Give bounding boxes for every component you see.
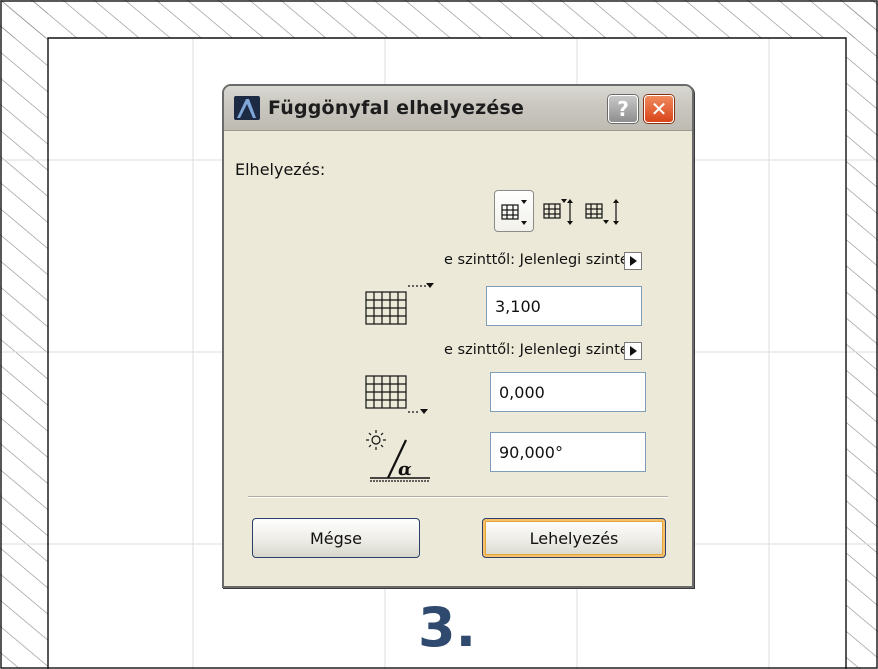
cancel-button[interactable]: Mégse: [252, 518, 420, 558]
help-button[interactable]: ?: [608, 95, 638, 123]
curtain-wall-top-height-icon: [365, 283, 434, 325]
slant-angle-icon: α: [366, 430, 430, 482]
grid-anchor-top-icon: [501, 200, 527, 225]
help-icon: ?: [617, 97, 629, 121]
grid-anchor-up-icon: [543, 199, 573, 225]
top-level-label: e szinttől: Jelenlegi szinten: [444, 252, 638, 268]
top-level-popup-arrow-icon[interactable]: [624, 252, 642, 270]
bottom-level-label: e szinttől: Jelenlegi szinten: [444, 342, 638, 358]
dialog-title: Függönyfal elhelyezése: [268, 97, 525, 119]
archicad-app-icon: [234, 96, 260, 120]
close-button[interactable]: ✕: [644, 95, 674, 123]
placement-label: Elhelyezés:: [235, 160, 326, 179]
wall-hatch-left: [0, 0, 48, 669]
wall-hatch-top: [0, 0, 878, 38]
grid-anchor-down-icon: [585, 199, 619, 225]
anchor-down-option[interactable]: [584, 190, 632, 232]
separator: [248, 496, 668, 498]
angle-input[interactable]: [490, 432, 646, 472]
curtain-wall-bottom-offset-icon: [365, 375, 428, 414]
top-height-input[interactable]: [486, 286, 642, 326]
step-number-label: 3.: [418, 596, 477, 659]
top-level-row: e szinttől: Jelenlegi szinten: [224, 250, 684, 274]
svg-text:α: α: [398, 459, 412, 480]
bottom-level-row: e szinttől: Jelenlegi szinten: [224, 340, 684, 364]
title-bar[interactable]: Függönyfal elhelyezése ? ✕: [224, 86, 692, 131]
anchor-up-option[interactable]: [542, 190, 582, 232]
curtain-wall-placement-dialog: Függönyfal elhelyezése ? ✕ Elhelyezés: e…: [222, 84, 694, 588]
wall-hatch-right: [846, 0, 878, 669]
close-icon: ✕: [650, 97, 668, 121]
anchor-top-option[interactable]: [494, 190, 534, 232]
place-button[interactable]: Lehelyezés: [482, 518, 666, 558]
bottom-offset-input[interactable]: [490, 372, 646, 412]
bottom-level-popup-arrow-icon[interactable]: [624, 342, 642, 360]
